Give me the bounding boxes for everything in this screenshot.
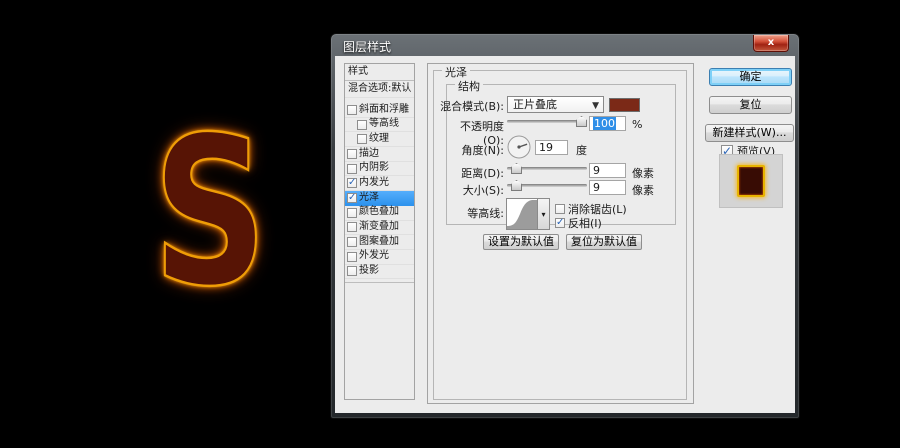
sidebar-checkbox-outer-glow[interactable] (347, 252, 357, 262)
size-slider[interactable] (507, 180, 587, 191)
angle-dial[interactable] (507, 135, 531, 159)
set-default-button[interactable]: 设置为默认值 (483, 234, 559, 250)
sidebar-item-label: 渐变叠加 (359, 220, 399, 235)
style-list: 样式混合选项:默认斜面和浮雕等高线纹理描边内阴影✓内发光✓光泽颜色叠加渐变叠加图… (344, 63, 415, 400)
sidebar-checkbox-stroke[interactable] (347, 149, 357, 159)
sidebar-item-label: 纹理 (369, 132, 389, 147)
invert-label: 反相(I) (568, 215, 602, 231)
dialog-title: 图层样式 (343, 38, 391, 55)
sidebar-checkbox-contour[interactable] (357, 120, 367, 130)
invert-option[interactable]: ✓ 反相(I) (555, 215, 602, 231)
contour-curve-icon[interactable] (506, 198, 538, 230)
satin-color-swatch[interactable] (609, 98, 640, 112)
sidebar-item-color-overlay[interactable]: 颜色叠加 (345, 206, 414, 221)
blend-mode-label: 混合模式(B): (440, 98, 504, 114)
ok-button[interactable]: 确定 (709, 68, 792, 86)
sidebar-checkbox-satin[interactable]: ✓ (347, 193, 357, 203)
sidebar-item-gradient-overlay[interactable]: 渐变叠加 (345, 221, 414, 236)
structure-group-title: 结构 (455, 78, 483, 94)
layer-style-dialog: 图层样式 x 样式混合选项:默认斜面和浮雕等高线纹理描边内阴影✓内发光✓光泽颜色… (330, 33, 800, 419)
sidebar-checkbox-inner-shadow[interactable] (347, 164, 357, 174)
sidebar-item-outer-glow[interactable]: 外发光 (345, 250, 414, 265)
contour-picker[interactable]: ▾ (506, 198, 550, 230)
sidebar-item-inner-glow[interactable]: ✓内发光 (345, 176, 414, 191)
sidebar-item-label: 描边 (359, 147, 379, 162)
opacity-slider[interactable] (507, 116, 587, 127)
dialog-titlebar[interactable]: 图层样式 x (331, 34, 799, 56)
sidebar-item-drop-shadow[interactable]: 投影 (345, 265, 414, 280)
style-preview-thumbnail (719, 154, 783, 208)
sidebar-item-styles[interactable]: 样式 (345, 64, 414, 81)
sidebar-checkbox-pattern-overlay[interactable] (347, 237, 357, 247)
opacity-slider-track (507, 120, 587, 123)
sidebar-checkbox-bevel-emboss[interactable] (347, 105, 357, 115)
chevron-down-icon: ▼ (592, 99, 599, 114)
distance-unit: 像素 (632, 165, 654, 181)
size-input[interactable]: 9 (589, 180, 626, 195)
sidebar-item-label: 投影 (359, 264, 379, 279)
sidebar-item-pattern-overlay[interactable]: 图案叠加 (345, 235, 414, 250)
sidebar-item-satin[interactable]: ✓光泽 (345, 191, 414, 206)
sidebar-item-label: 外发光 (359, 249, 389, 264)
sidebar-item-texture[interactable]: 纹理 (345, 132, 414, 147)
sidebar-item-label: 内发光 (359, 176, 389, 191)
angle-value: 19 (539, 141, 553, 154)
sidebar-item-label: 光泽 (359, 191, 379, 206)
contour-label: 等高线: (440, 205, 504, 221)
sidebar-item-blending-options[interactable]: 混合选项:默认 (345, 81, 414, 98)
list-end-divider (345, 282, 414, 283)
size-value: 9 (593, 181, 600, 194)
distance-slider[interactable] (507, 163, 587, 174)
close-icon[interactable]: x (753, 35, 789, 52)
distance-slider-thumb[interactable] (511, 163, 522, 174)
satin-settings-panel: 光泽 结构 混合模式(B): 正片叠底 ▼ 不透明度(O): 100 % 角度(… (427, 63, 694, 404)
canvas-letter: S (163, 128, 257, 298)
antialias-checkbox[interactable] (555, 204, 565, 214)
sidebar-item-contour[interactable]: 等高线 (345, 118, 414, 133)
dialog-body: 样式混合选项:默认斜面和浮雕等高线纹理描边内阴影✓内发光✓光泽颜色叠加渐变叠加图… (335, 56, 795, 413)
sidebar-item-label: 图案叠加 (359, 235, 399, 250)
size-slider-thumb[interactable] (511, 180, 522, 191)
new-style-button[interactable]: 新建样式(W)... (705, 124, 794, 142)
style-preview-chip (737, 165, 765, 197)
reset-button[interactable]: 复位 (709, 96, 792, 114)
invert-checkbox[interactable]: ✓ (555, 218, 565, 228)
sidebar-checkbox-gradient-overlay[interactable] (347, 222, 357, 232)
opacity-slider-thumb[interactable] (576, 116, 587, 127)
sidebar-item-label: 颜色叠加 (359, 205, 399, 220)
sidebar-checkbox-inner-glow[interactable]: ✓ (347, 178, 357, 188)
sidebar-checkbox-texture[interactable] (357, 134, 367, 144)
blend-mode-value: 正片叠底 (513, 98, 557, 111)
sidebar-checkbox-drop-shadow[interactable] (347, 266, 357, 276)
contour-dropdown-arrow-icon[interactable]: ▾ (537, 198, 550, 230)
sidebar-item-stroke[interactable]: 描边 (345, 147, 414, 162)
sidebar-item-label: 样式 (348, 65, 368, 80)
angle-unit: 度 (576, 142, 587, 158)
size-label: 大小(S): (440, 182, 504, 198)
opacity-value: 100 (593, 117, 616, 130)
distance-value: 9 (593, 164, 600, 177)
sidebar-item-label: 混合选项:默认 (348, 82, 411, 97)
distance-input[interactable]: 9 (589, 163, 626, 178)
opacity-input[interactable]: 100 (589, 116, 626, 131)
sidebar-item-label: 等高线 (369, 117, 399, 132)
angle-label: 角度(N): (440, 142, 504, 158)
sidebar-item-inner-shadow[interactable]: 内阴影 (345, 162, 414, 177)
distance-label: 距离(D): (440, 165, 504, 181)
sidebar-item-label: 斜面和浮雕 (359, 103, 409, 118)
sidebar-item-label: 内阴影 (359, 161, 389, 176)
sidebar-item-bevel-emboss[interactable]: 斜面和浮雕 (345, 103, 414, 118)
opacity-unit: % (632, 118, 642, 131)
blend-mode-select[interactable]: 正片叠底 ▼ (507, 96, 604, 113)
size-unit: 像素 (632, 182, 654, 198)
angle-input[interactable]: 19 (535, 140, 568, 155)
reset-default-button[interactable]: 复位为默认值 (566, 234, 642, 250)
sidebar-checkbox-color-overlay[interactable] (347, 208, 357, 218)
